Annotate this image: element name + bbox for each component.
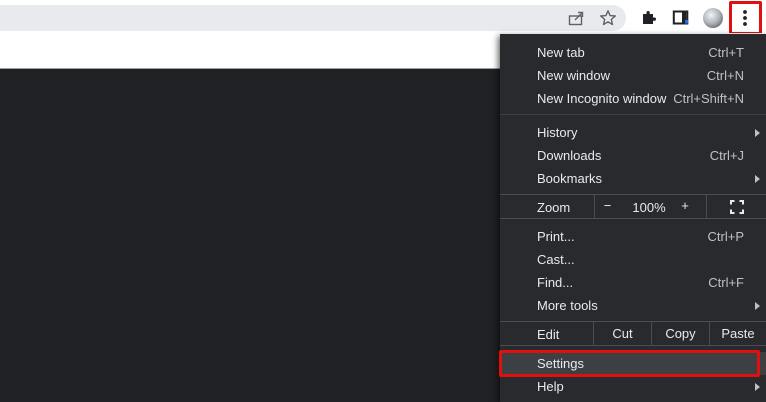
submenu-arrow-icon	[755, 302, 760, 310]
cut-button[interactable]: Cut	[593, 322, 651, 345]
menu-item-shortcut: Ctrl+P	[707, 229, 744, 244]
settings-highlight	[499, 350, 760, 377]
menu-item-downloads[interactable]: Downloads Ctrl+J	[500, 144, 766, 167]
fullscreen-icon	[729, 199, 744, 214]
share-icon[interactable]	[567, 9, 587, 27]
submenu-arrow-icon	[755, 175, 760, 183]
edit-row: Edit Cut Copy Paste	[500, 321, 766, 346]
menu-item-label: New tab	[537, 45, 585, 60]
zoom-out-button[interactable]: −	[594, 195, 620, 218]
menu-item-label: Find...	[537, 275, 574, 290]
submenu-arrow-icon	[755, 383, 760, 391]
submenu-arrow-icon	[755, 129, 760, 137]
menu-item-label: History	[537, 125, 578, 140]
edit-label: Edit	[537, 327, 560, 342]
menu-item-find[interactable]: Find... Ctrl+F	[500, 271, 766, 294]
menu-item-label: Downloads	[537, 148, 602, 163]
menu-item-shortcut: Ctrl+F	[708, 275, 744, 290]
menu-item-cast[interactable]: Cast...	[500, 248, 766, 271]
menu-item-shortcut: Ctrl+T	[708, 45, 744, 60]
zoom-in-button[interactable]: +	[676, 195, 694, 218]
menu-item-more-tools[interactable]: More tools	[500, 294, 766, 317]
menu-item-shortcut: Ctrl+Shift+N	[673, 91, 744, 106]
menu-item-label: New Incognito window	[537, 91, 667, 106]
menu-item-shortcut: Ctrl+J	[709, 148, 744, 163]
side-panel-icon[interactable]	[671, 8, 691, 28]
menu-item-new-tab[interactable]: New tab Ctrl+T	[500, 41, 766, 64]
zoom-level: 100%	[632, 200, 666, 215]
puzzle-icon[interactable]	[639, 8, 659, 28]
menu-item-label: Cast...	[537, 252, 575, 267]
fullscreen-button[interactable]	[706, 195, 766, 218]
star-icon[interactable]	[598, 8, 618, 28]
menu-item-history[interactable]: History	[500, 121, 766, 144]
menu-item-label: Print...	[537, 229, 575, 244]
menu-item-print[interactable]: Print... Ctrl+P	[500, 225, 766, 248]
chrome-main-menu: New tab Ctrl+T New window Ctrl+N New Inc…	[500, 34, 766, 402]
paste-button[interactable]: Paste	[709, 322, 766, 345]
menu-item-label: Help	[537, 379, 564, 394]
menu-item-label: Bookmarks	[537, 171, 603, 186]
menu-item-label: More tools	[537, 298, 598, 313]
menu-item-new-incognito-window[interactable]: New Incognito window Ctrl+Shift+N	[500, 87, 766, 110]
avatar[interactable]	[702, 7, 724, 29]
browser-toolbar	[0, 0, 766, 33]
menu-button-highlight	[729, 1, 762, 35]
copy-button[interactable]: Copy	[651, 322, 709, 345]
menu-separator	[500, 114, 766, 115]
menu-item-new-window[interactable]: New window Ctrl+N	[500, 64, 766, 87]
address-bar[interactable]	[0, 5, 626, 31]
menu-item-help[interactable]: Help	[500, 375, 766, 398]
menu-item-label: New window	[537, 68, 610, 83]
zoom-row: Zoom − 100% +	[500, 194, 766, 219]
zoom-label: Zoom	[537, 200, 571, 215]
menu-item-shortcut: Ctrl+N	[706, 68, 744, 83]
menu-item-bookmarks[interactable]: Bookmarks	[500, 167, 766, 190]
